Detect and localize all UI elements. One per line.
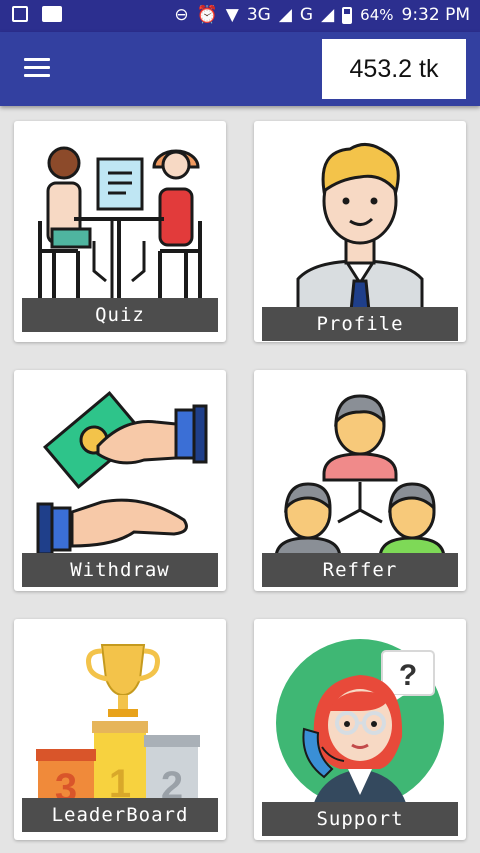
dnd-icon: ⊖ <box>174 4 189 25</box>
profile-card[interactable]: Profile <box>254 121 466 342</box>
battery-icon <box>342 6 353 24</box>
withdraw-card[interactable]: Withdraw <box>14 370 226 591</box>
gallery-icon <box>12 6 28 22</box>
withdraw-label: Withdraw <box>22 553 218 587</box>
wifi-icon: ▼ <box>225 4 239 25</box>
quiz-label: Quiz <box>22 298 218 332</box>
leaderboard-label: LeaderBoard <box>22 798 218 832</box>
chat-icon <box>42 6 62 22</box>
signal2-icon: ◢ <box>321 4 335 25</box>
profile-label: Profile <box>262 307 458 341</box>
status-bar: ⊖ ⏰ ▼ 3G ◢ G ◢ 64% 9:32 PM <box>0 0 480 32</box>
hamburger-menu-icon[interactable] <box>24 58 50 78</box>
reffer-label: Reffer <box>262 553 458 587</box>
quiz-card[interactable]: Quiz <box>14 121 226 342</box>
network2-label: G <box>299 5 314 25</box>
balance-display: 453.2 tk <box>322 39 466 99</box>
clock: 9:32 PM <box>401 5 471 25</box>
reffer-card[interactable]: Reffer <box>254 370 466 591</box>
alarm-icon: ⏰ <box>196 4 218 25</box>
leaderboard-card[interactable]: 1 2 3 LeaderBoard <box>14 619 226 840</box>
support-label: Support <box>262 802 458 836</box>
svg-text:?: ? <box>399 659 417 692</box>
support-card[interactable]: ? Support <box>254 619 466 840</box>
battery-percent: 64% <box>360 6 394 24</box>
app-bar: 453.2 tk <box>0 32 480 106</box>
signal-icon: ◢ <box>278 4 292 25</box>
network-label: 3G <box>246 5 271 25</box>
